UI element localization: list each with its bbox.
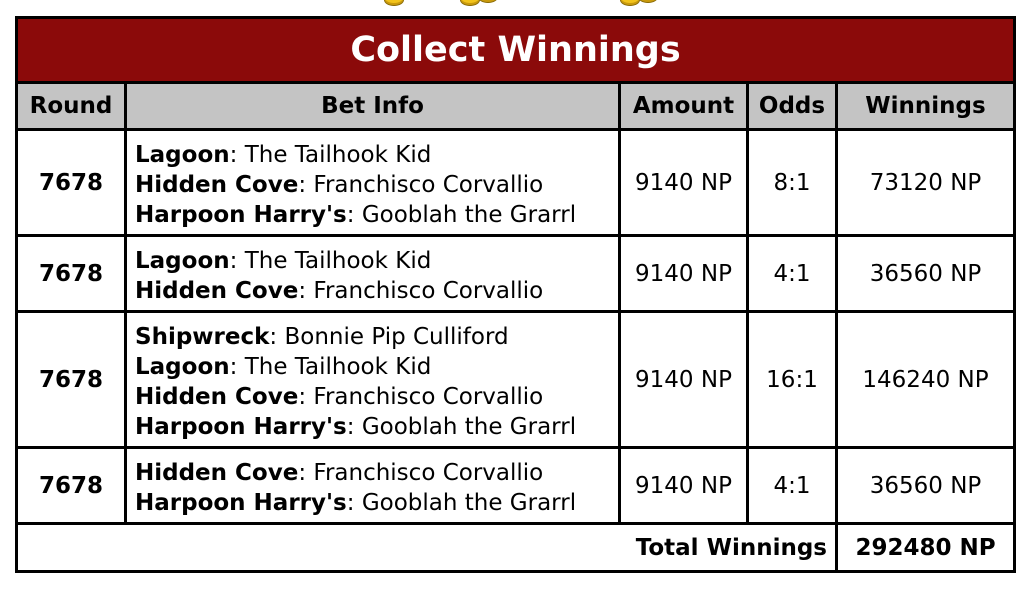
bet-line: Lagoon: The Tailhook Kid [135,140,610,170]
round-cell: 7678 [15,310,127,449]
amount-cell: 9140 NP [618,234,749,313]
pirate-name: Gooblah the Grarrl [361,489,577,516]
coin-icon [638,0,658,3]
total-winnings-value: 292480 NP [834,522,1017,573]
amount-cell: 9140 NP [618,310,749,449]
bet-line: Harpoon Harry's: Gooblah the Grarrl [135,200,610,230]
winnings-cell: 36560 NP [834,446,1017,525]
arena-name: Hidden Cove [135,171,299,198]
pirate-name: The Tailhook Kid [244,141,432,168]
bet-line: Hidden Cove: Franchisco Corvallio [135,276,610,306]
arena-name: Lagoon [135,141,230,168]
column-header-odds: Odds [746,81,838,131]
pirate-name: Gooblah the Grarrl [361,201,577,228]
amount-cell: 9140 NP [618,446,749,525]
arena-name: Shipwreck [135,323,270,350]
arena-name: Harpoon Harry's [135,201,347,228]
table-title: Collect Winnings [14,16,1017,84]
coin-decoration [0,0,1024,10]
pirate-name: Franchisco Corvallio [313,383,544,410]
winnings-cell: 146240 NP [834,310,1017,449]
separator: : [346,201,362,228]
table-row: 7678 Lagoon: The Tailhook Kid Hidden Cove:… [15,234,1017,313]
pirate-name: Franchisco Corvallio [313,277,544,304]
arena-name: Lagoon [135,353,230,380]
winnings-cell: 73120 NP [834,128,1017,237]
bet-line: Hidden Cove: Franchisco Corvallio [135,170,610,200]
bet-info-cell: Lagoon: The Tailhook Kid Hidden Cove: Fra… [124,234,621,313]
round-cell: 7678 [15,128,127,237]
odds-cell: 4:1 [746,234,838,313]
arena-name: Hidden Cove [135,277,299,304]
odds-cell: 16:1 [746,310,838,449]
round-cell: 7678 [15,446,127,525]
separator: : [229,353,245,380]
coin-icon [478,0,498,3]
bet-line: Lagoon: The Tailhook Kid [135,246,610,276]
winnings-cell: 36560 NP [834,234,1017,313]
arena-name: Lagoon [135,247,230,274]
table-row: 7678 Shipwreck: Bonnie Pip Culliford Lagoo… [15,310,1017,449]
arena-name: Hidden Cove [135,383,299,410]
coin-icon [620,0,640,6]
pirate-name: Gooblah the Grarrl [361,413,577,440]
total-winnings-label: Total Winnings [15,522,838,573]
winnings-table: Collect Winnings Round Bet Info Amount O… [14,16,1017,573]
pirate-name: Franchisco Corvallio [313,171,544,198]
column-header-winnings: Winnings [834,81,1017,131]
pirate-name: The Tailhook Kid [244,247,432,274]
bet-line: Shipwreck: Bonnie Pip Culliford [135,322,610,352]
bet-line: Lagoon: The Tailhook Kid [135,352,610,382]
separator: : [229,247,245,274]
separator: : [298,383,314,410]
column-header-round: Round [15,81,127,131]
table-row: 7678 Lagoon: The Tailhook Kid Hidden Cove:… [15,128,1017,237]
separator: : [269,323,285,350]
odds-cell: 8:1 [746,128,838,237]
coin-icon [460,0,480,6]
pirate-name: Franchisco Corvallio [313,459,544,486]
column-header-bet-info: Bet Info [124,81,621,131]
bet-info-cell: Shipwreck: Bonnie Pip Culliford Lagoon: T… [124,310,621,449]
separator: : [346,413,362,440]
separator: : [298,459,314,486]
bet-line: Hidden Cove: Franchisco Corvallio [135,458,610,488]
total-row: Total Winnings 292480 NP [15,522,1017,573]
pirate-name: Bonnie Pip Culliford [284,323,509,350]
bet-line: Harpoon Harry's: Gooblah the Grarrl [135,412,610,442]
arena-name: Harpoon Harry's [135,489,347,516]
bet-info-cell: Lagoon: The Tailhook Kid Hidden Cove: Fra… [124,128,621,237]
separator: : [346,489,362,516]
header-row: Round Bet Info Amount Odds Winnings [15,81,1017,131]
odds-cell: 4:1 [746,446,838,525]
bet-line: Harpoon Harry's: Gooblah the Grarrl [135,488,610,518]
separator: : [298,171,314,198]
separator: : [229,141,245,168]
arena-name: Harpoon Harry's [135,413,347,440]
amount-cell: 9140 NP [618,128,749,237]
separator: : [298,277,314,304]
bet-line: Hidden Cove: Franchisco Corvallio [135,382,610,412]
column-header-amount: Amount [618,81,749,131]
arena-name: Hidden Cove [135,459,299,486]
coin-icon [384,0,404,6]
table-row: 7678 Hidden Cove: Franchisco Corvallio Har… [15,446,1017,525]
round-cell: 7678 [15,234,127,313]
bet-info-cell: Hidden Cove: Franchisco Corvallio Harpoon… [124,446,621,525]
pirate-name: The Tailhook Kid [244,353,432,380]
